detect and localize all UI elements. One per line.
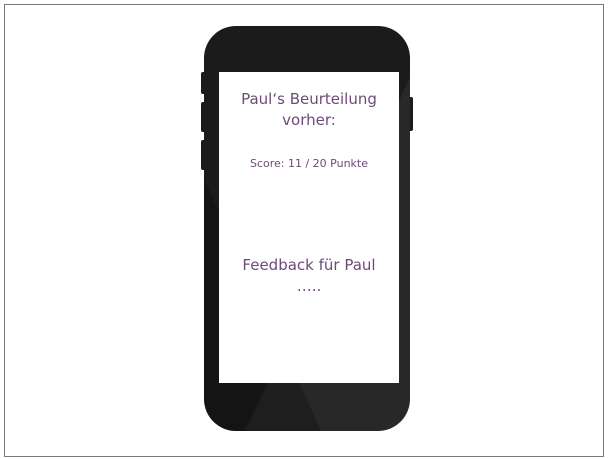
score-text: Score: 11 / 20 Punkte [249, 157, 369, 170]
feedback-placeholder: ….. [296, 277, 322, 295]
phone-screen: Paul‘s Beurteilung vorher: Score: 11 / 2… [219, 72, 399, 383]
feedback-heading: Feedback für Paul [242, 256, 376, 274]
assessment-title: Paul‘s Beurteilung vorher: [241, 90, 377, 129]
